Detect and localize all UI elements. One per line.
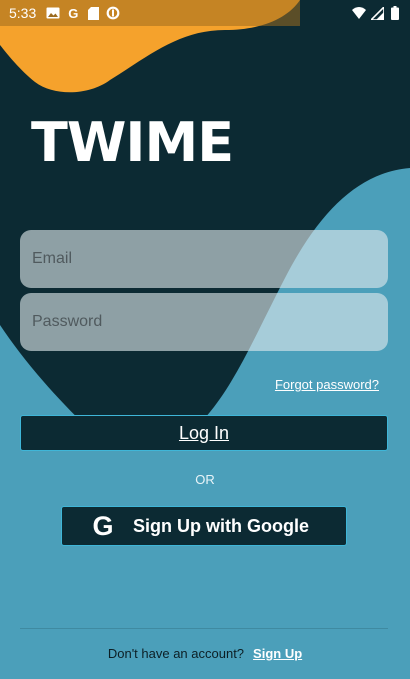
no-account-text: Don't have an account? — [107, 646, 245, 661]
forgot-password-link[interactable]: Forgot password? — [275, 377, 379, 392]
app-logo: TWIME — [31, 111, 234, 174]
image-icon — [46, 6, 60, 20]
data-saver-icon — [106, 6, 120, 20]
status-bar: 5:33 G — [0, 0, 410, 26]
email-input[interactable] — [20, 230, 388, 288]
status-notification-icons: G — [46, 6, 120, 20]
google-logo-icon: G — [92, 510, 114, 541]
login-button[interactable]: Log In — [20, 415, 388, 451]
footer-divider — [20, 628, 388, 629]
signal-icon — [370, 6, 384, 20]
password-input[interactable] — [20, 293, 388, 351]
wifi-icon — [352, 6, 366, 20]
login-button-label: Log In — [178, 422, 230, 443]
or-divider-label: OR — [195, 472, 215, 487]
signup-link[interactable]: Sign Up — [253, 646, 302, 661]
status-system-icons — [352, 6, 402, 20]
sd-card-icon — [86, 6, 100, 20]
google-signup-label: Sign Up with Google — [133, 515, 309, 536]
status-time: 5:33 — [9, 5, 37, 21]
google-icon: G — [68, 5, 79, 21]
battery-icon — [388, 6, 402, 20]
signup-prompt: Don't have an account? Sign Up — [0, 646, 410, 661]
google-signup-button[interactable]: G Sign Up with Google — [61, 506, 347, 546]
